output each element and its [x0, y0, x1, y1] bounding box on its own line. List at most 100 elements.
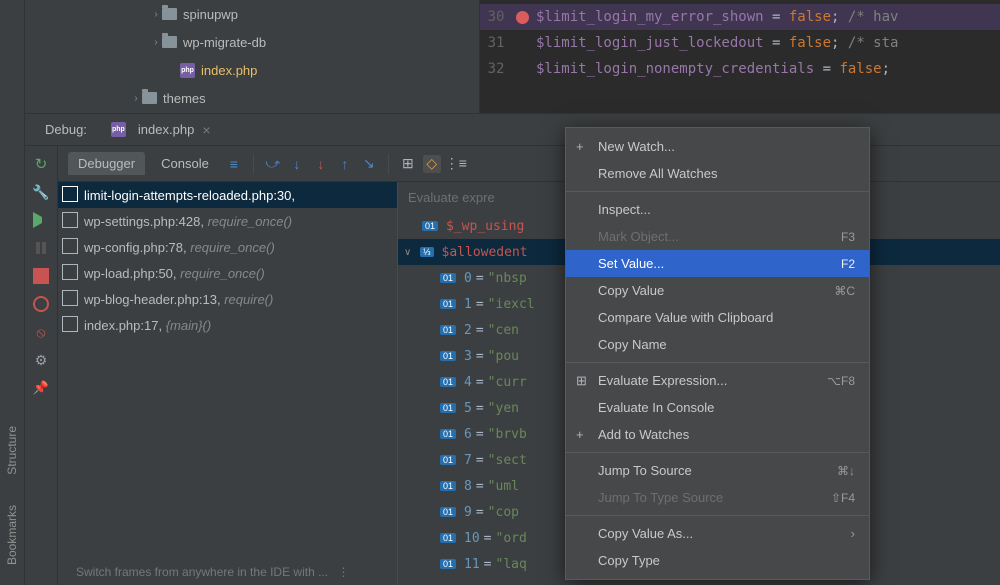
var-type-badge: 01	[440, 455, 456, 465]
context-menu-item[interactable]: Copy Value⌘C	[566, 277, 869, 304]
context-menu-item[interactable]: Copy Name	[566, 331, 869, 358]
var-value: "laq	[496, 557, 527, 572]
menu-item-label: Evaluate In Console	[598, 400, 714, 415]
context-menu-item[interactable]: Jump To Source⌘↓	[566, 457, 869, 484]
context-menu-item[interactable]: +Add to Watches	[566, 421, 869, 448]
debug-label: Debug:	[45, 122, 87, 137]
menu-item-label: Copy Type	[598, 553, 660, 568]
context-menu-item[interactable]: Inspect...	[566, 196, 869, 223]
line-number[interactable]: 31	[480, 35, 512, 51]
var-index: 9	[464, 505, 472, 520]
context-menu-item[interactable]: Set Value...F2	[566, 250, 869, 277]
editor-line[interactable]: 30$limit_login_my_error_shown = false; /…	[480, 4, 1000, 30]
context-menu-item[interactable]: Copy Value As...›	[566, 520, 869, 547]
tree-item[interactable]: › wp-migrate-db	[25, 28, 479, 56]
var-type-badge: 01	[440, 299, 456, 309]
var-index: 8	[464, 479, 472, 494]
context-menu-item[interactable]: Evaluate In Console	[566, 394, 869, 421]
close-icon[interactable]: ×	[202, 122, 210, 138]
var-index: 6	[464, 427, 472, 442]
chevron-right-icon[interactable]: ›	[150, 37, 162, 48]
stack-frame[interactable]: wp-config.php:78, require_once()	[58, 234, 397, 260]
context-menu-item[interactable]: ⊞Evaluate Expression...⌥F8	[566, 367, 869, 394]
step-over-icon[interactable]: ⤻	[264, 155, 282, 173]
resume-icon[interactable]	[33, 212, 49, 228]
layout-icon[interactable]: ⋮≡	[447, 155, 465, 173]
tree-item[interactable]: ›themes	[25, 84, 479, 112]
tool-tab-bookmarks[interactable]: Bookmarks	[5, 505, 19, 565]
line-number[interactable]: 30	[480, 9, 512, 25]
tree-item[interactable]: phpindex.php	[25, 56, 479, 84]
step-out-icon[interactable]: ↑	[336, 155, 354, 173]
var-index: 7	[464, 453, 472, 468]
context-menu-item: Mark Object...F3	[566, 223, 869, 250]
project-tree[interactable]: ›spinupwp›wp-migrate-dbphpindex.php›them…	[25, 0, 480, 113]
editor-line[interactable]: 32$limit_login_nonempty_credentials = fa…	[480, 56, 1000, 82]
frames-list[interactable]: limit-login-attempts-reloaded.php:30,wp-…	[58, 182, 398, 585]
ide-hint: Switch frames from anywhere in the IDE w…	[70, 559, 355, 585]
tree-item-label: wp-migrate-db	[183, 35, 266, 50]
menu-item-label: Compare Value with Clipboard	[598, 310, 773, 325]
rerun-icon[interactable]: ↻	[33, 156, 49, 172]
mute-breakpoints-icon[interactable]: ⦸	[33, 324, 49, 340]
var-value: "yen	[488, 401, 519, 416]
stop-icon[interactable]	[33, 268, 49, 284]
pause-icon[interactable]	[33, 240, 49, 256]
frame-text: wp-config.php:78, require_once()	[84, 240, 275, 255]
var-type-badge: 01	[440, 559, 456, 569]
menu-item-label: Evaluate Expression...	[598, 373, 727, 388]
debug-session-tab[interactable]: php index.php ×	[111, 122, 211, 138]
var-index: 4	[464, 375, 472, 390]
chevron-right-icon[interactable]: ›	[150, 9, 162, 20]
wrench-icon[interactable]: 🔧	[33, 184, 49, 200]
run-to-cursor-icon[interactable]: ↘	[360, 155, 378, 173]
stack-frame[interactable]: wp-blog-header.php:13, require()	[58, 286, 397, 312]
trace-icon[interactable]: ◇	[423, 155, 441, 173]
menu-item-label: Copy Name	[598, 337, 667, 352]
context-menu-item[interactable]: +New Watch...	[566, 133, 869, 160]
var-type-badge: 01	[440, 273, 456, 283]
stack-frame[interactable]: wp-load.php:50, require_once()	[58, 260, 397, 286]
folder-icon	[142, 92, 157, 104]
menu-item-shortcut: ⌘C	[834, 284, 855, 298]
breakpoint-gutter[interactable]	[512, 9, 536, 26]
expand-icon[interactable]: ∨	[404, 247, 416, 258]
settings-icon[interactable]: ⚙	[33, 352, 49, 368]
tree-item[interactable]: ›spinupwp	[25, 0, 479, 28]
var-index: 2	[464, 323, 472, 338]
force-step-into-icon[interactable]: ↓	[312, 155, 330, 173]
stack-frame[interactable]: index.php:17, {main}()	[58, 312, 397, 338]
tab-debugger[interactable]: Debugger	[68, 152, 145, 175]
pin-icon[interactable]: 📌	[33, 380, 49, 396]
var-value: "curr	[488, 375, 527, 390]
step-into-icon[interactable]: ↓	[288, 155, 306, 173]
line-number[interactable]: 32	[480, 61, 512, 77]
stack-frame[interactable]: wp-settings.php:428, require_once()	[58, 208, 397, 234]
editor-line[interactable]: 31 $limit_login_just_lockedout = false; /…	[480, 30, 1000, 56]
stack-frame-icon	[64, 240, 78, 254]
menu-separator	[566, 362, 869, 363]
menu-item-label: Add to Watches	[598, 427, 689, 442]
view-breakpoints-icon[interactable]	[33, 296, 49, 312]
tab-console[interactable]: Console	[151, 152, 219, 175]
threads-icon[interactable]: ≡	[225, 155, 243, 173]
menu-item-icon: ⊞	[576, 373, 587, 389]
var-type-badge: 01	[440, 533, 456, 543]
code-editor[interactable]: 30$limit_login_my_error_shown = false; /…	[480, 0, 1000, 113]
var-index: 11	[464, 557, 480, 572]
context-menu-item[interactable]: Compare Value with Clipboard	[566, 304, 869, 331]
var-value: "pou	[488, 349, 519, 364]
context-menu-item[interactable]: Copy Type	[566, 547, 869, 574]
code-text: $limit_login_just_lockedout = false; /* …	[536, 35, 898, 51]
tool-tab-structure[interactable]: Structure	[5, 426, 19, 475]
var-value: "sect	[488, 453, 527, 468]
evaluate-icon[interactable]: ⊞	[399, 155, 417, 173]
debug-tab-filename: index.php	[138, 122, 194, 137]
breakpoint-icon[interactable]	[516, 11, 529, 24]
chevron-right-icon[interactable]: ›	[130, 93, 142, 104]
context-menu-item[interactable]: Remove All Watches	[566, 160, 869, 187]
stack-frame-icon	[64, 188, 78, 202]
stack-frame[interactable]: limit-login-attempts-reloaded.php:30,	[58, 182, 397, 208]
menu-item-shortcut: ⇧F4	[831, 491, 855, 505]
tree-item-label: index.php	[201, 63, 257, 78]
